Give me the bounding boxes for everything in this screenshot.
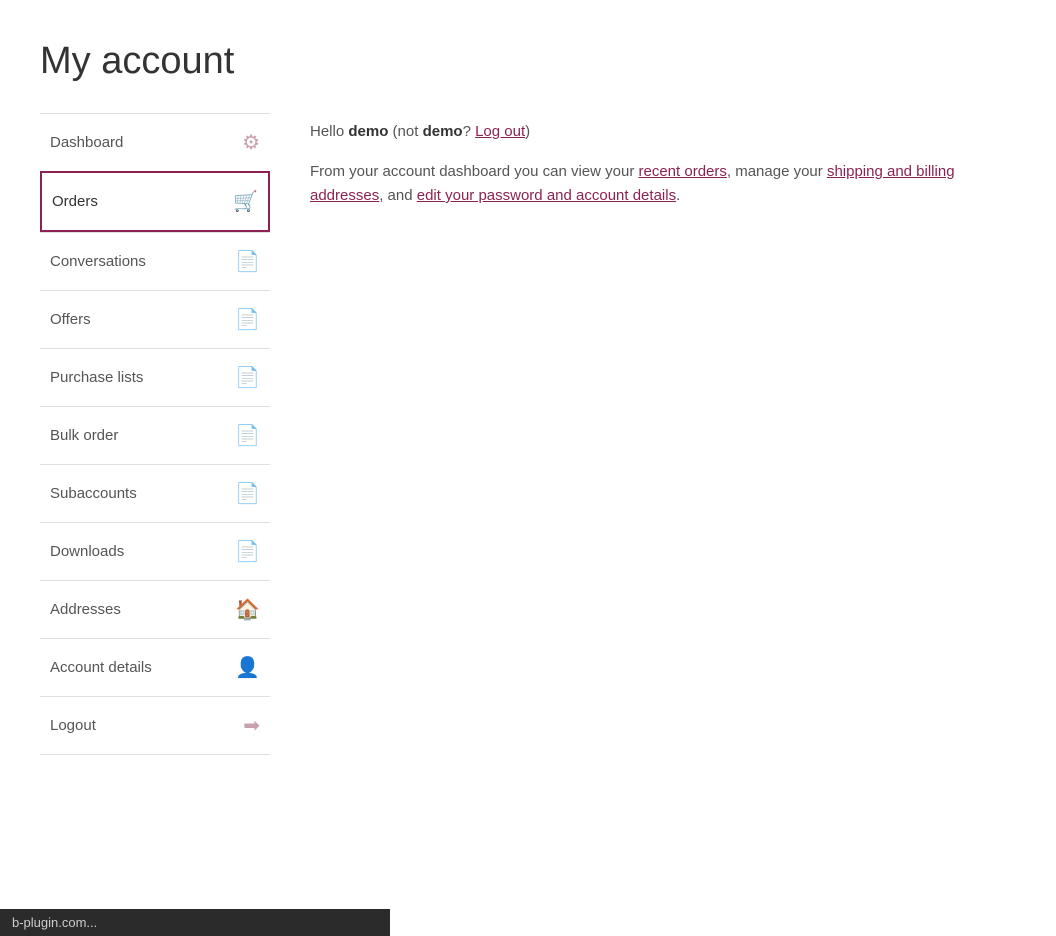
sidebar-item-dashboard[interactable]: Dashboard [40,113,270,171]
sidebar-item-label-logout: Logout [50,717,96,734]
desc-before: From your account dashboard you can view… [310,163,639,180]
addresses-icon [235,597,260,622]
sidebar-item-purchase-lists[interactable]: Purchase lists [40,348,270,406]
sidebar-item-label-bulk-order: Bulk order [50,427,118,444]
not-text: (not [388,123,422,140]
account-details-icon [235,655,260,680]
status-bar: b-plugin.com... [0,909,390,936]
sidebar-item-label-subaccounts: Subaccounts [50,485,137,502]
content-wrapper: Dashboard Orders Conversations Offers Pu… [40,113,1016,755]
logout-link[interactable]: Log out [475,123,525,140]
sidebar-item-label-dashboard: Dashboard [50,134,123,151]
purchase-lists-icon [235,365,260,390]
edit-password-link[interactable]: edit your password and account details [417,187,676,204]
recent-orders-link[interactable]: recent orders [639,163,727,180]
orders-icon [233,189,258,214]
description-text: From your account dashboard you can view… [310,160,1016,208]
downloads-icon [235,539,260,564]
sidebar-item-bulk-order[interactable]: Bulk order [40,406,270,464]
dashboard-icon [242,130,260,155]
username2-bold: demo [423,123,463,140]
bulk-order-icon [235,423,260,448]
hello-label: Hello [310,123,348,140]
sidebar-item-offers[interactable]: Offers [40,290,270,348]
page-container: My account Dashboard Orders Conversation… [0,0,1056,795]
sidebar-item-label-downloads: Downloads [50,543,124,560]
status-text: b-plugin.com... [12,915,97,930]
conversations-icon [235,249,260,274]
page-title: My account [40,40,1016,83]
sidebar-item-orders[interactable]: Orders [40,171,270,232]
desc-middle1: , manage your [727,163,827,180]
desc-middle2: , and [379,187,417,204]
sidebar-item-addresses[interactable]: Addresses [40,580,270,638]
close-paren: ) [525,123,530,140]
subaccounts-icon [235,481,260,506]
sidebar-item-label-orders: Orders [52,193,98,210]
sidebar-item-account-details[interactable]: Account details [40,638,270,696]
sidebar-item-label-addresses: Addresses [50,601,121,618]
offers-icon [235,307,260,332]
sidebar-item-logout[interactable]: Logout [40,696,270,755]
sidebar-item-label-purchase-lists: Purchase lists [50,369,143,386]
logout-icon [243,713,260,738]
sidebar-item-label-account-details: Account details [50,659,152,676]
desc-end: . [676,187,680,204]
sidebar: Dashboard Orders Conversations Offers Pu… [40,113,270,755]
sidebar-item-downloads[interactable]: Downloads [40,522,270,580]
sidebar-item-label-conversations: Conversations [50,253,146,270]
question-mark: ? [463,123,476,140]
username-bold: demo [348,123,388,140]
greeting-text: Hello demo (not demo? Log out) [310,123,1016,140]
main-content: Hello demo (not demo? Log out) From your… [310,113,1016,208]
sidebar-item-subaccounts[interactable]: Subaccounts [40,464,270,522]
sidebar-item-conversations[interactable]: Conversations [40,232,270,290]
sidebar-item-label-offers: Offers [50,311,91,328]
